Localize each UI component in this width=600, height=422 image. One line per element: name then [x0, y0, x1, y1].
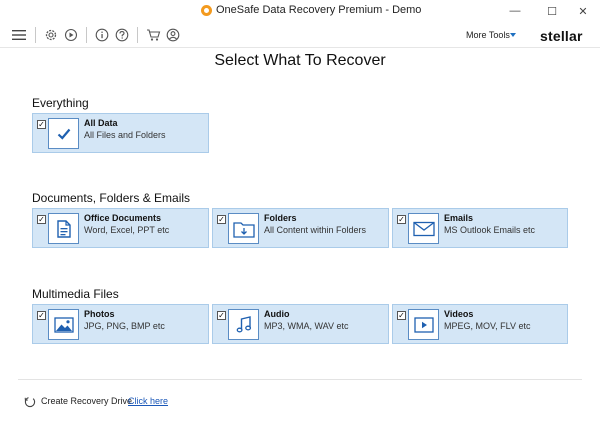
card-folders[interactable]: ✓ Folders All Content within Folders	[212, 208, 389, 248]
toolbar-divider	[86, 27, 87, 43]
menu-icon[interactable]	[10, 26, 28, 44]
user-icon[interactable]	[164, 26, 182, 44]
section-title-multimedia: Multimedia Files	[32, 287, 119, 301]
toolbar-divider	[35, 27, 36, 43]
gear-icon[interactable]	[42, 26, 60, 44]
page-title: Select What To Recover	[214, 52, 386, 69]
office-documents-checkbox[interactable]: ✓	[37, 215, 46, 224]
emails-checkbox[interactable]: ✓	[397, 215, 406, 224]
card-title: Audio	[264, 309, 290, 319]
card-subtitle: MS Outlook Emails etc	[444, 225, 536, 235]
document-icon	[48, 213, 79, 244]
email-icon	[408, 213, 439, 244]
minimize-button[interactable]: —	[498, 0, 532, 22]
window-title: OneSafe Data Recovery Premium - Demo	[216, 4, 422, 16]
maximize-button[interactable]: ☐	[535, 0, 569, 22]
check-icon	[48, 118, 79, 149]
all-data-checkbox[interactable]: ✓	[37, 120, 46, 129]
card-photos[interactable]: ✓ Photos JPG, PNG, BMP etc	[32, 304, 209, 344]
card-title: All Data	[84, 118, 118, 128]
section-title-everything: Everything	[32, 96, 89, 110]
audio-checkbox[interactable]: ✓	[217, 311, 226, 320]
photos-checkbox[interactable]: ✓	[37, 311, 46, 320]
toolbar: More Tools stellar	[0, 22, 600, 48]
more-tools-menu[interactable]: More Tools	[466, 30, 510, 40]
card-title: Videos	[444, 309, 474, 319]
cart-icon[interactable]	[144, 26, 162, 44]
card-audio[interactable]: ✓ Audio MP3, WMA, WAV etc	[212, 304, 389, 344]
create-recovery-drive-label: Create Recovery Drive	[41, 396, 133, 406]
card-title: Folders	[264, 213, 297, 223]
click-here-link[interactable]: Click here	[128, 396, 168, 406]
card-subtitle: All Content within Folders	[264, 225, 367, 235]
music-icon	[228, 309, 259, 340]
toolbar-divider	[137, 27, 138, 43]
folder-icon	[228, 213, 259, 244]
folders-checkbox[interactable]: ✓	[217, 215, 226, 224]
card-subtitle: All Files and Folders	[84, 130, 166, 140]
title-bar: OneSafe Data Recovery Premium - Demo — ☐…	[0, 0, 600, 22]
card-title: Office Documents	[84, 213, 162, 223]
brand-logo: stellar	[540, 28, 583, 44]
videos-checkbox[interactable]: ✓	[397, 311, 406, 320]
help-icon[interactable]	[113, 26, 131, 44]
card-subtitle: MPEG, MOV, FLV etc	[444, 321, 531, 331]
card-title: Photos	[84, 309, 115, 319]
card-videos[interactable]: ✓ Videos MPEG, MOV, FLV etc	[392, 304, 568, 344]
play-icon[interactable]	[62, 26, 80, 44]
photo-icon	[48, 309, 79, 340]
video-icon	[408, 309, 439, 340]
app-logo-icon	[201, 5, 212, 16]
footer-divider	[18, 379, 582, 380]
card-subtitle: Word, Excel, PPT etc	[84, 225, 170, 235]
close-button[interactable]: ✕	[566, 0, 600, 22]
chevron-down-icon[interactable]	[510, 33, 516, 37]
card-subtitle: JPG, PNG, BMP etc	[84, 321, 165, 331]
info-icon[interactable]	[93, 26, 111, 44]
card-office-documents[interactable]: ✓ Office Documents Word, Excel, PPT etc	[32, 208, 209, 248]
recovery-drive-icon	[24, 395, 36, 408]
section-title-documents: Documents, Folders & Emails	[32, 191, 191, 205]
card-title: Emails	[444, 213, 474, 223]
card-emails[interactable]: ✓ Emails MS Outlook Emails etc	[392, 208, 568, 248]
card-all-data[interactable]: ✓ All Data All Files and Folders	[32, 113, 209, 153]
card-subtitle: MP3, WMA, WAV etc	[264, 321, 349, 331]
